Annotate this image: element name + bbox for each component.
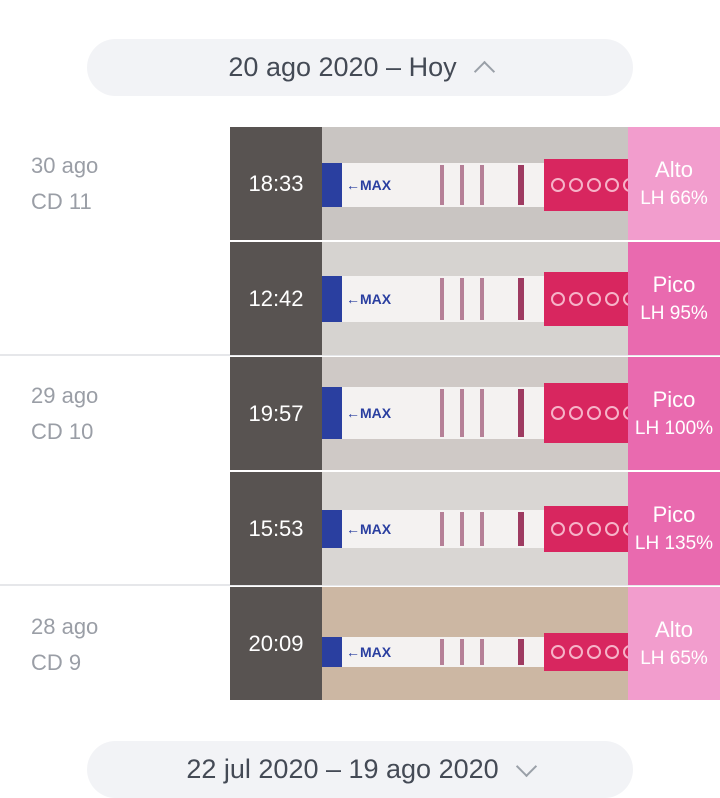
strip-pink-end	[544, 633, 628, 671]
strip-max-marker	[322, 637, 342, 667]
result-level: Pico	[652, 501, 696, 527]
test-strip-photo: ←MAX	[322, 242, 628, 355]
strip-max-marker	[322, 510, 342, 548]
strip-test-line	[480, 165, 484, 205]
cycle-day: CD 10	[31, 419, 94, 444]
strip-test-line	[518, 165, 524, 205]
strip-test-line	[460, 165, 464, 205]
strip-test-line	[460, 639, 464, 665]
strip-test-line	[440, 389, 444, 437]
strip-test-line	[440, 512, 444, 546]
test-row[interactable]: 15:53 ←MAX Pico LH 135%	[230, 472, 720, 585]
test-row[interactable]: 12:42 ←MAX Pico LH 95%	[230, 242, 720, 355]
test-time: 20:09	[230, 587, 322, 700]
result-lh: LH 66%	[640, 187, 708, 209]
test-time: 19:57	[230, 357, 322, 470]
day-date: 30 ago	[31, 153, 99, 178]
strip-test-line	[480, 278, 484, 320]
strip-max-text: ←MAX	[346, 405, 392, 421]
previous-range-selector[interactable]: 22 jul 2020 – 19 ago 2020	[87, 741, 633, 798]
strip-pink-end	[544, 506, 628, 552]
strip-pink-end	[544, 159, 628, 211]
strip-test-line	[460, 512, 464, 546]
test-row[interactable]: 18:33 ←MAX Alto LH 66%	[230, 127, 720, 240]
strip-test-line	[440, 165, 444, 205]
result-lh: LH 100%	[634, 417, 714, 439]
test-row[interactable]: 19:57 ←MAX Pico LH 100%	[230, 357, 720, 470]
result-badge: Alto LH 66%	[628, 127, 720, 240]
day-date: 28 ago	[31, 614, 99, 639]
result-lh: LH 135%	[634, 532, 714, 554]
strip-test-line	[460, 389, 464, 437]
strip-test-line	[518, 512, 524, 546]
strip-test-line	[460, 278, 464, 320]
test-row[interactable]: 20:09 ←MAX Alto LH 65%	[230, 587, 720, 700]
result-lh: LH 95%	[640, 302, 708, 324]
chevron-down-icon	[515, 755, 537, 778]
strip-pink-end	[544, 272, 628, 326]
strip-test-line	[518, 278, 524, 320]
result-badge: Pico LH 135%	[628, 472, 720, 585]
strip-max-marker	[322, 276, 342, 322]
strip-test-line	[440, 639, 444, 665]
date-range-selector[interactable]: 20 ago 2020 – Hoy	[87, 39, 633, 96]
test-strip-photo: ←MAX	[322, 472, 628, 585]
result-level: Alto	[655, 156, 693, 182]
result-badge: Alto LH 65%	[628, 587, 720, 700]
previous-range-label: 22 jul 2020 – 19 ago 2020	[186, 754, 499, 784]
strip-max-marker	[322, 387, 342, 439]
date-range-label: 20 ago 2020 – Hoy	[228, 52, 457, 82]
day-label: 30 ago CD 11	[31, 148, 98, 220]
result-level: Pico	[652, 386, 696, 412]
result-level: Pico	[652, 271, 696, 297]
strip-test-line	[480, 639, 484, 665]
chevron-up-icon	[473, 60, 495, 83]
result-badge: Pico LH 100%	[628, 357, 720, 470]
strip-pink-end	[544, 383, 628, 443]
test-strip-photo: ←MAX	[322, 127, 628, 240]
test-time: 18:33	[230, 127, 322, 240]
test-strip-photo: ←MAX	[322, 357, 628, 470]
test-strip-photo: ←MAX	[322, 587, 628, 700]
test-time: 12:42	[230, 242, 322, 355]
day-label: 29 ago CD 10	[31, 378, 98, 450]
strip-test-line	[518, 639, 524, 665]
day-date: 29 ago	[31, 383, 99, 408]
strip-test-line	[480, 389, 484, 437]
test-time: 15:53	[230, 472, 322, 585]
strip-test-line	[440, 278, 444, 320]
strip-max-text: ←MAX	[346, 521, 392, 537]
strip-test-line	[480, 512, 484, 546]
result-level: Alto	[655, 616, 693, 642]
strip-max-text: ←MAX	[346, 177, 392, 193]
strip-max-text: ←MAX	[346, 644, 392, 660]
result-lh: LH 65%	[640, 647, 708, 669]
cycle-day: CD 9	[31, 650, 82, 675]
strip-max-text: ←MAX	[346, 291, 392, 307]
result-badge: Pico LH 95%	[628, 242, 720, 355]
cycle-day: CD 11	[31, 189, 92, 214]
strip-test-line	[518, 389, 524, 437]
strip-max-marker	[322, 163, 342, 207]
day-label: 28 ago CD 9	[31, 609, 98, 681]
